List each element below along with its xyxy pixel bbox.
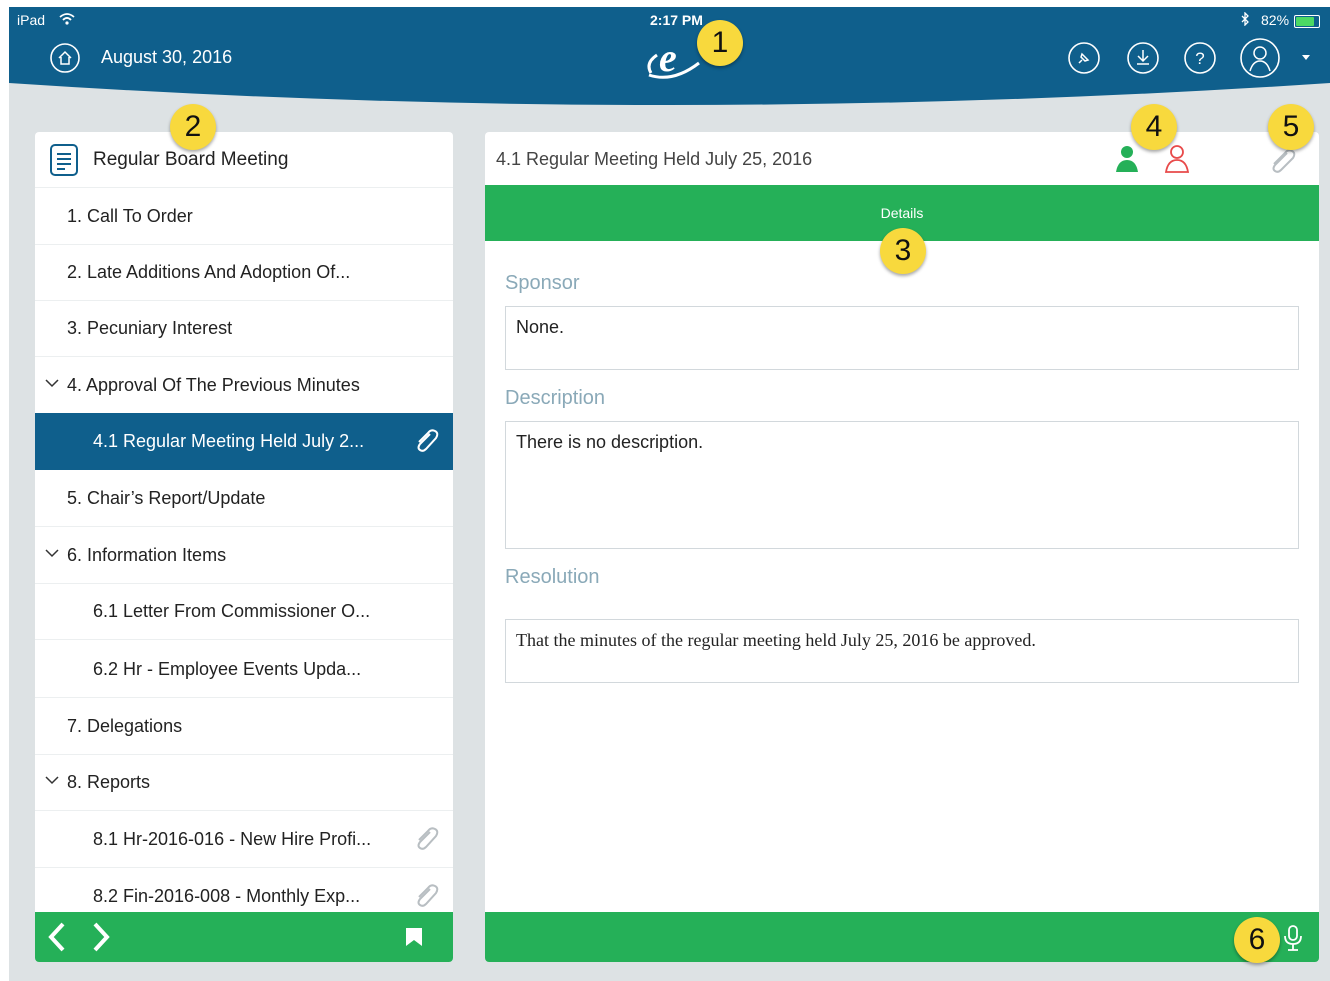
item-title: 4.1 Regular Meeting Held July 25, 2016 [496,149,813,169]
document-icon [50,144,78,176]
paperclip-icon[interactable] [411,881,441,911]
help-icon[interactable]: ? [1183,41,1217,75]
tab-details-label: Details [880,205,924,221]
status-time: 2:17 PM [650,12,703,28]
battery-level [1296,17,1314,26]
user-avatar-icon[interactable] [1239,37,1281,79]
header-date: August 30, 2016 [101,47,233,67]
resolution-field: That the minutes of the regular meeting … [505,619,1299,683]
description-label: Description [505,387,606,409]
agenda-item[interactable]: 8. Reports [35,754,453,811]
status-carrier: iPad [17,12,46,28]
agenda-item[interactable]: 3. Pecuniary Interest [35,300,453,357]
wifi-icon [59,13,75,25]
agenda-item-label: 1. Call To Order [67,206,193,226]
agenda-item-label: 8.1 Hr-2016-016 - New Hire Profi... [93,829,372,849]
resolution-label: Resolution [505,566,600,588]
agenda-item[interactable]: 7. Delegations [35,698,453,755]
agenda-item[interactable]: 4. Approval Of The Previous Minutes [35,357,453,414]
agenda-item[interactable]: 2. Late Additions And Adoption Of... [35,244,453,301]
sponsor-field: None. [505,306,1299,370]
agenda-item-label: 6.2 Hr - Employee Events Upda... [93,659,362,679]
callout-badge-1: 1 [697,20,743,66]
svg-text:?: ? [1195,49,1204,68]
chevron-left-icon[interactable] [43,919,71,955]
agenda-item-label: 5. Chair’s Report/Update [67,488,266,508]
sponsor-label: Sponsor [505,272,580,294]
agenda-item-label: 4.1 Regular Meeting Held July 2... [93,431,365,451]
agenda-item[interactable]: 8.1 Hr-2016-016 - New Hire Profi... [35,811,453,868]
description-value: There is no description. [516,432,704,452]
battery-percent: 82% [1261,12,1290,28]
download-icon[interactable] [1126,41,1160,75]
agenda-item-label: 6.1 Letter From Commissioner O... [93,601,371,621]
caret-down-icon[interactable] [1299,50,1313,64]
person-vote-for-icon[interactable] [1113,144,1141,174]
agenda-item-label: 4. Approval Of The Previous Minutes [67,375,360,395]
detail-footer [485,912,1319,962]
agenda-item[interactable]: 6.2 Hr - Employee Events Upda... [35,641,453,698]
agenda-item[interactable]: 1. Call To Order [35,188,453,245]
agenda-item[interactable]: 6. Information Items [35,527,453,584]
agenda-item-label: 7. Delegations [67,716,183,736]
callout-badge-3: 3 [880,228,926,274]
agenda-item[interactable]: 5. Chair’s Report/Update [35,470,453,527]
chevron-down-icon[interactable] [45,548,59,558]
microphone-icon[interactable] [1281,924,1305,952]
agenda-item[interactable]: 6.1 Letter From Commissioner O... [35,583,453,640]
agenda-item-label: 8.2 Fin-2016-008 - Monthly Exp... [93,886,361,906]
agenda-item-label: 3. Pecuniary Interest [67,318,233,338]
callout-badge-6: 6 [1234,917,1280,963]
chevron-right-icon[interactable] [87,919,115,955]
agenda-header: Regular Board Meeting [35,132,453,188]
callout-badge-4: 4 [1131,104,1177,150]
paperclip-icon[interactable] [411,426,441,456]
agenda-panel: Regular Board Meeting 1. Call To Order 2… [35,132,453,962]
chevron-down-icon[interactable] [45,378,59,388]
chevron-down-icon[interactable] [45,775,59,785]
home-icon[interactable] [49,42,81,74]
bluetooth-icon [1241,12,1249,26]
agenda-item-label: 2. Late Additions And Adoption Of... [67,262,351,282]
agenda-footer [35,912,453,962]
app-frame: iPad 2:17 PM 82% August 30, 2016 e ? Reg… [9,7,1330,981]
paperclip-icon[interactable] [411,824,441,854]
bookmark-icon[interactable] [405,927,423,947]
agenda-item-selected[interactable]: 4.1 Regular Meeting Held July 2... [35,413,453,470]
battery-icon [1294,15,1320,28]
svg-text:e: e [659,35,677,80]
callout-badge-5: 5 [1268,104,1314,150]
description-field: There is no description. [505,421,1299,549]
callout-badge-2: 2 [170,104,216,150]
agenda-item-label: 8. Reports [67,772,151,792]
pin-icon[interactable] [1067,41,1101,75]
resolution-value: That the minutes of the regular meeting … [516,630,1036,650]
sponsor-value: None. [516,317,565,337]
agenda-item-label: 6. Information Items [67,545,227,565]
agenda-title: Regular Board Meeting [93,149,289,170]
person-vote-against-icon[interactable] [1163,144,1191,174]
